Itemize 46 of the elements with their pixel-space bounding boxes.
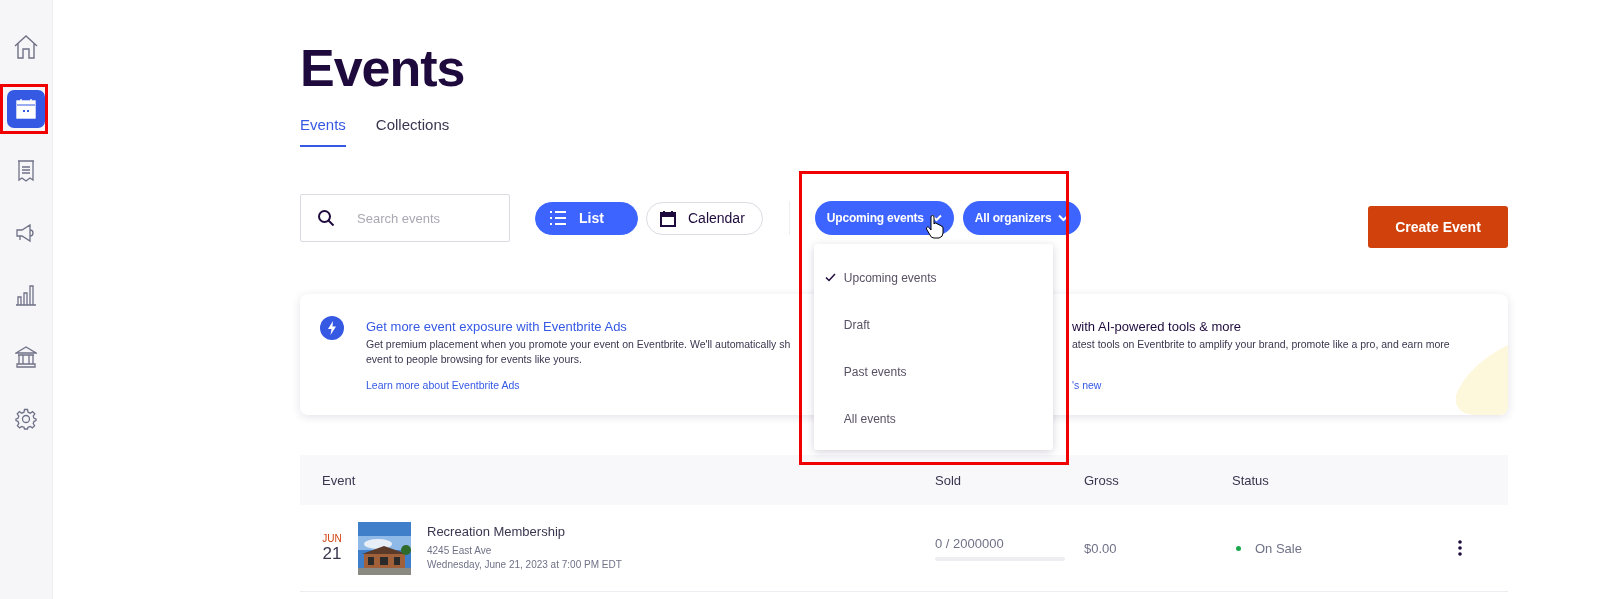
vertical-dots-icon	[1458, 540, 1462, 556]
promo-link[interactable]: 's new	[1071, 379, 1102, 391]
calendar-icon	[15, 98, 37, 120]
list-icon	[549, 210, 567, 226]
bar-chart-icon	[15, 284, 37, 306]
menu-item[interactable]: Past events	[813, 348, 1053, 395]
column-header: Sold	[935, 472, 963, 488]
tickets-sold: 0 / 2000000	[935, 535, 1005, 551]
filter-dropdown[interactable]: Upcoming events	[814, 201, 954, 235]
event-datetime: Wednesday, June 21, 2023 at 7:00 PM EDT	[427, 558, 622, 572]
menu-item[interactable]: Draft	[813, 301, 1053, 348]
bank-icon	[15, 346, 37, 368]
column-header: Gross	[1084, 472, 1120, 488]
event-name[interactable]: Recreation Membership	[427, 524, 565, 539]
tab[interactable]: Collections	[375, 116, 450, 147]
calendar-view-button[interactable]: Calendar	[646, 201, 763, 235]
event-day: 21	[322, 543, 342, 564]
menu-item[interactable]: All events	[813, 395, 1053, 442]
column-header: Event	[321, 472, 357, 488]
gross-amount: $0.00	[1084, 540, 1118, 556]
event-address: 4245 East Ave	[427, 544, 492, 558]
receipt-icon	[16, 160, 36, 182]
column-header: Status	[1232, 472, 1270, 488]
highlight-frame	[0, 84, 48, 134]
page-title: Events	[300, 38, 466, 98]
menu-item[interactable]: Upcoming events	[813, 254, 1053, 301]
calendar-icon	[660, 209, 676, 227]
create-event-button[interactable]: Create Event	[1368, 206, 1508, 248]
promo-description: atest tools on Eventbrite to amplify your brand, promote like a pro, and earn more	[1071, 337, 1450, 352]
megaphone-icon	[15, 223, 37, 243]
promo-link[interactable]: Learn more about Eventbrite Ads	[366, 379, 520, 391]
settings-icon	[15, 408, 37, 430]
hand-cursor-icon	[924, 215, 945, 239]
sidebar-calendar-button[interactable]	[7, 90, 45, 128]
tab[interactable]: Events	[300, 116, 346, 147]
list-view-button[interactable]: List	[535, 201, 638, 235]
search-icon	[317, 209, 335, 227]
filter-dropdown[interactable]: All organizers	[962, 201, 1082, 235]
event-month: JUN	[322, 532, 342, 544]
home-icon	[13, 34, 39, 60]
event-status: On Sale	[1255, 540, 1302, 556]
promo-description: Get premium placement when you promote your event on Eventbrite. We'll automatically sh event to people browsing for events like yours.	[366, 337, 791, 367]
promo-title: Get more event exposure with Eventbrite Ads	[366, 319, 627, 334]
search-field[interactable]: Search events	[300, 194, 510, 242]
lightning-icon	[320, 316, 344, 340]
promo-title: with AI-powered tools & more	[1071, 319, 1242, 334]
